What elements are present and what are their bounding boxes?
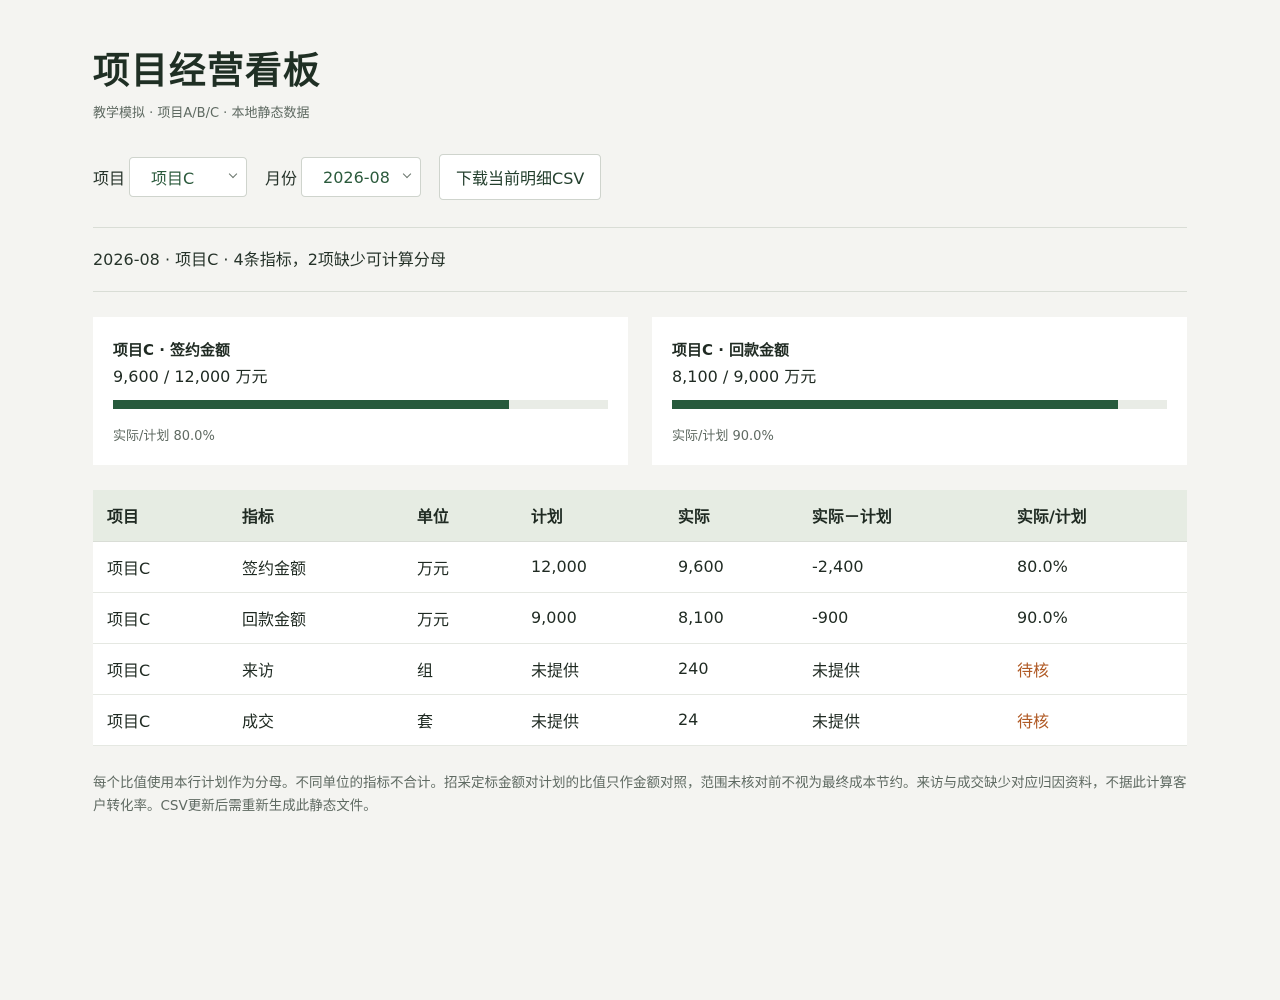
page-title: 项目经营看板 [93,49,321,92]
cell-plan: 未提供 [517,643,664,695]
month-filter-label: 月份 [265,169,298,188]
month-select[interactable]: 2026-08 [301,157,422,197]
table-row: 项目C 回款金额 万元 9,000 8,100 -900 90.0% [93,592,1187,644]
column-header-actual: 实际 [664,490,798,542]
cell-plan: 9,000 [517,592,664,644]
progress-bar [113,400,608,409]
project-filter-label: 项目 [93,169,126,188]
column-header-plan: 计划 [517,490,664,542]
metric-card-collection: 项目C · 回款金额 8,100 / 9,000 万元 实际/计划 90.0% [652,317,1187,465]
table-row: 项目C 成交 套 未提供 24 未提供 待核 [93,694,1187,746]
project-select[interactable]: 项目C [129,157,248,197]
column-header-ratio: 实际/计划 [1003,490,1187,542]
cell-ratio: 90.0% [1003,592,1187,644]
cell-ratio-pending: 待核 [1003,694,1187,746]
filter-bar: 项目 项目C 月份 2026-08 下载当前明细CSV [93,154,1187,200]
column-header-metric: 指标 [228,490,403,542]
card-ratio: 实际/计划 90.0% [672,429,774,444]
cell-metric: 成交 [228,694,403,746]
month-select-value: 2026-08 [323,167,390,187]
summary-section: 2026-08 · 项目C · 4条指标，2项缺少可计算分母 [93,227,1187,292]
column-header-variance: 实际－计划 [798,490,1003,542]
divider [93,291,1187,292]
cell-metric: 回款金额 [228,592,403,644]
cell-variance: -900 [798,592,1003,644]
project-select-value: 项目C [151,169,195,188]
progress-bar-fill [672,400,1118,409]
cell-ratio-pending: 待核 [1003,643,1187,695]
cell-project: 项目C [93,643,228,695]
cell-actual: 8,100 [664,592,798,644]
cell-unit: 万元 [403,541,517,593]
cell-unit: 万元 [403,592,517,644]
page-subtitle: 教学模拟 · 项目A/B/C · 本地静态数据 [93,106,310,121]
cell-unit: 组 [403,643,517,695]
card-title: 项目C · 签约金额 [113,341,231,359]
cell-project: 项目C [93,541,228,593]
column-header-unit: 单位 [403,490,517,542]
cell-actual: 240 [664,643,798,695]
cell-plan: 未提供 [517,694,664,746]
summary-text: 2026-08 · 项目C · 4条指标，2项缺少可计算分母 [93,250,446,269]
cell-project: 项目C [93,694,228,746]
cell-project: 项目C [93,592,228,644]
chevron-down-icon [228,170,238,180]
chevron-down-icon [402,170,412,180]
card-title: 项目C · 回款金额 [672,341,790,359]
cell-ratio: 80.0% [1003,541,1187,593]
table-header-row: 项目 指标 单位 计划 实际 实际－计划 实际/计划 [93,490,1187,542]
metric-card-signing: 项目C · 签约金额 9,600 / 12,000 万元 实际/计划 80.0% [93,317,628,465]
cell-plan: 12,000 [517,541,664,593]
card-value: 9,600 / 12,000 万元 [113,367,268,386]
cell-actual: 9,600 [664,541,798,593]
column-header-project: 项目 [93,490,228,542]
table-row: 项目C 签约金额 万元 12,000 9,600 -2,400 80.0% [93,541,1187,593]
cell-metric: 签约金额 [228,541,403,593]
cell-metric: 来访 [228,643,403,695]
cell-unit: 套 [403,694,517,746]
cell-variance: 未提供 [798,694,1003,746]
download-csv-button[interactable]: 下载当前明细CSV [439,154,602,200]
table-row: 项目C 来访 组 未提供 240 未提供 待核 [93,643,1187,695]
metric-cards: 项目C · 签约金额 9,600 / 12,000 万元 实际/计划 80.0%… [93,317,1187,465]
card-value: 8,100 / 9,000 万元 [672,367,817,386]
detail-table: 项目 指标 单位 计划 实际 实际－计划 实际/计划 项目C 签约金额 万元 1… [93,490,1187,746]
dashboard-page: 项目经营看板 教学模拟 · 项目A/B/C · 本地静态数据 项目 项目C 月份… [93,48,1187,818]
footnote: 每个比值使用本行计划作为分母。不同单位的指标不合计。招采定标金额对计划的比值只作… [93,774,1187,814]
progress-bar-fill [113,400,509,409]
cell-actual: 24 [664,694,798,746]
cell-variance: 未提供 [798,643,1003,695]
card-ratio: 实际/计划 80.0% [113,429,215,444]
progress-bar [672,400,1167,409]
cell-variance: -2,400 [798,541,1003,593]
